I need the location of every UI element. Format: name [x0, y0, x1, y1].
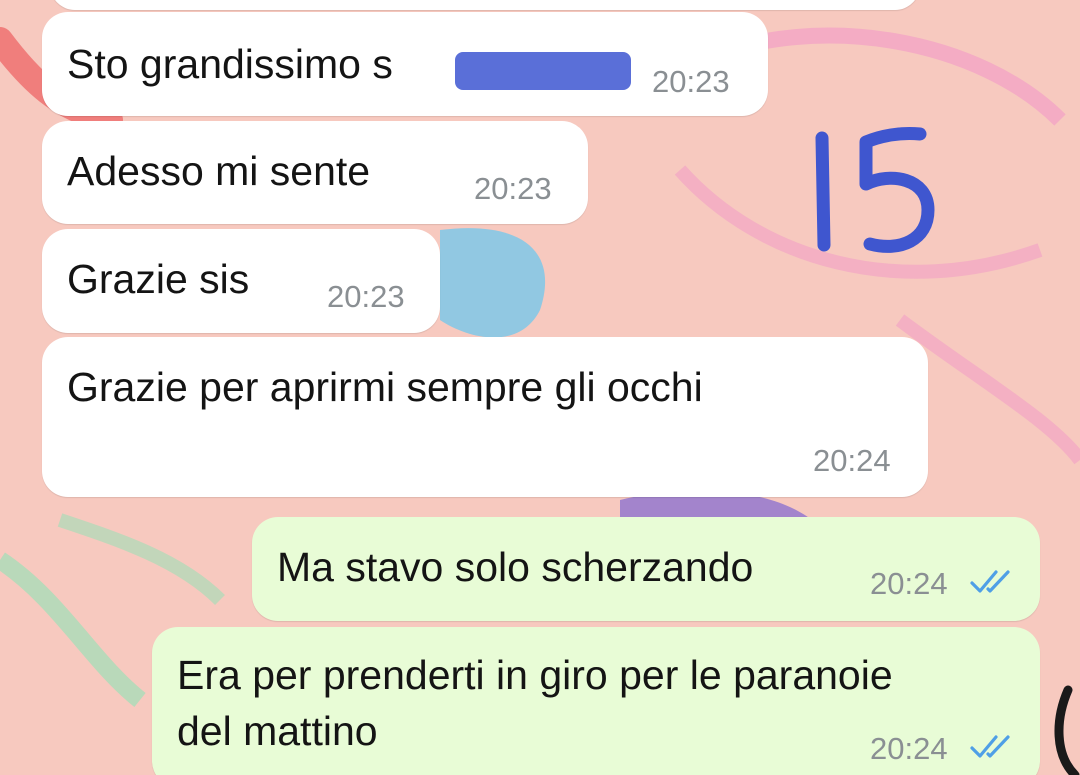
incoming-message-bubble[interactable]: Adesso mi sente 20:23 [42, 121, 588, 224]
message-text: Sto grandissimo s [67, 41, 393, 87]
message-timestamp: 20:24 [870, 731, 948, 766]
message-timestamp: 20:23 [652, 64, 730, 99]
outgoing-message-bubble[interactable]: Ma stavo solo scherzando 20:24 [252, 517, 1040, 621]
message-text-line-1: Era per prenderti in giro per le paranoi… [177, 652, 893, 698]
message-text: Grazie sis [67, 256, 250, 302]
read-receipt-icon [970, 570, 1010, 593]
message-text-line-2: del mattino [177, 708, 378, 754]
message-timestamp: 20:24 [813, 443, 891, 478]
read-receipt-icon [970, 735, 1010, 758]
incoming-message-bubble[interactable]: Grazie sis 20:23 [42, 229, 440, 333]
message-timestamp: 20:23 [474, 171, 552, 206]
redaction-bar [455, 52, 631, 90]
message-text: Grazie per aprirmi sempre gli occhi [67, 364, 703, 410]
message-timestamp: 20:23 [327, 279, 405, 314]
message-text: Adesso mi sente [67, 148, 371, 194]
message-text: Ma stavo solo scherzando [277, 544, 754, 590]
handwritten-annotation: 15 [815, 127, 935, 253]
outgoing-message-bubble[interactable]: Era per prenderti in giro per le paranoi… [152, 627, 1040, 775]
message-bubble-partial[interactable] [50, 0, 920, 10]
incoming-message-bubble[interactable]: Sto grandissimo s 20:23 [42, 12, 768, 116]
incoming-message-bubble[interactable]: Grazie per aprirmi sempre gli occhi 20:2… [42, 337, 928, 497]
message-timestamp: 20:24 [870, 566, 948, 601]
